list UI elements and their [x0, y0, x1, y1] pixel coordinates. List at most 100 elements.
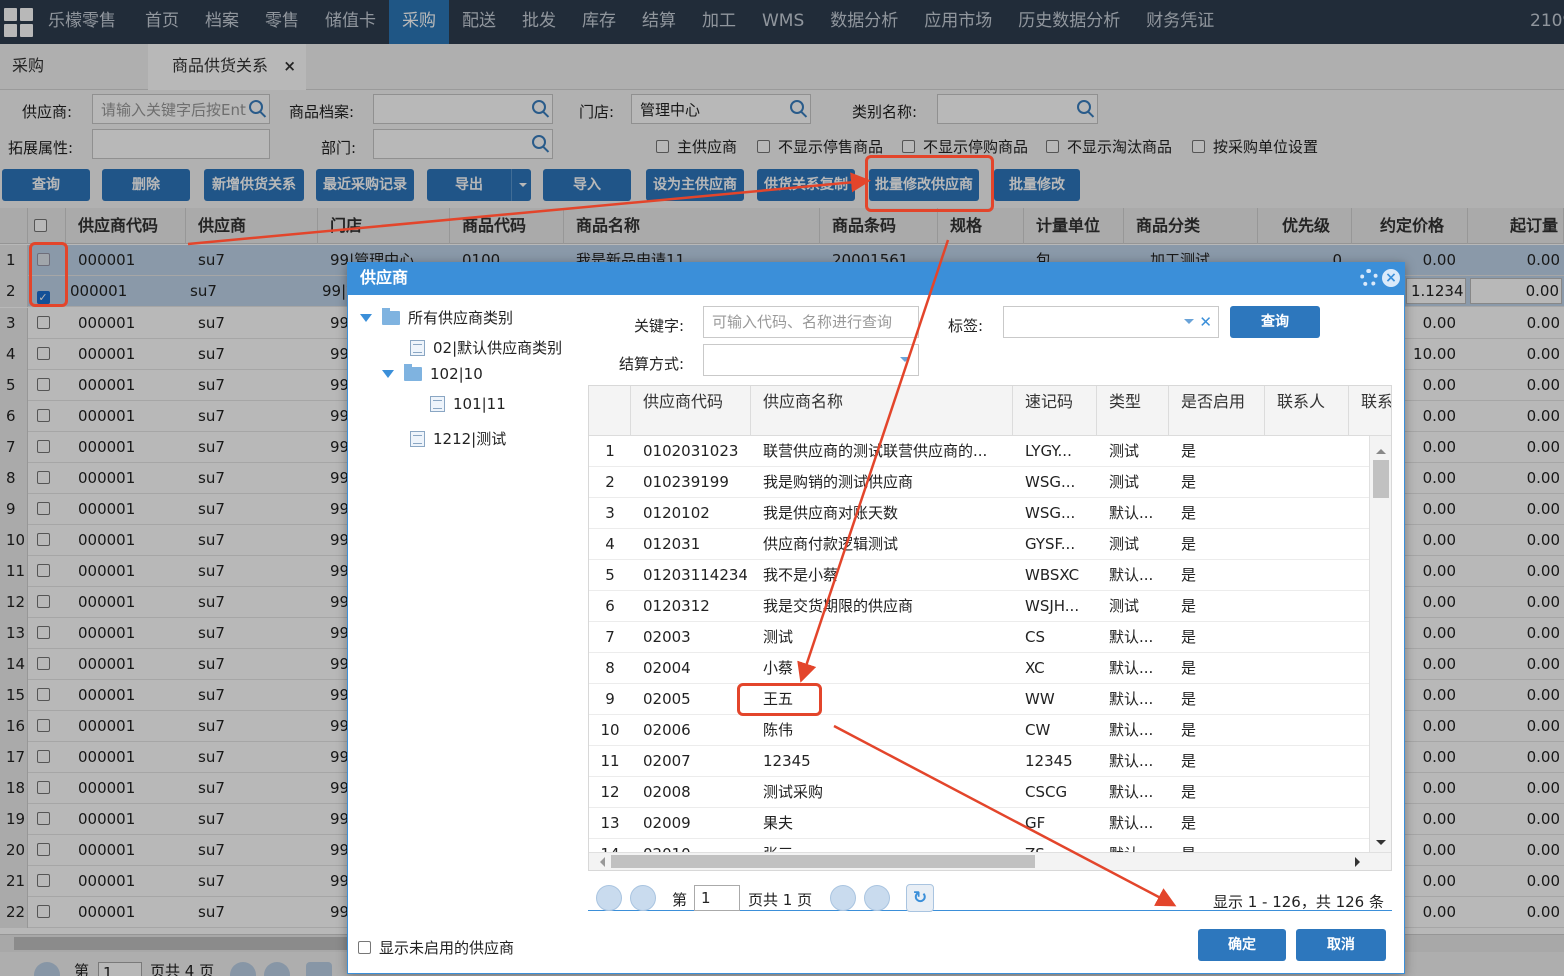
next-page-icon[interactable]	[830, 885, 856, 911]
app-window: 乐檬零售 首页 档案 零售 储值卡 采购 配送 批发 库存 结算 加工 WMS …	[0, 0, 1564, 976]
cell-supplier-code: 012031	[643, 535, 701, 553]
col-contact[interactable]: 联系人	[1265, 386, 1349, 436]
row-number: 10	[600, 721, 620, 739]
supplier-row[interactable]: 1 0102031023 联营供应商的测试联营供应商的... LYGY... 测试 是	[589, 436, 1369, 467]
cell-supplier-name: 我不是小蔡	[763, 566, 839, 584]
scroll-thumb[interactable]	[1373, 460, 1389, 498]
cell-enabled: 是	[1181, 473, 1197, 491]
dialog-title-text: 供应商	[360, 268, 409, 287]
cancel-button[interactable]: 取消	[1296, 929, 1386, 961]
annotation-box-checkboxes	[29, 242, 68, 307]
row-number: 11	[600, 752, 620, 770]
cell-supplier-code: 0120102	[643, 504, 710, 522]
row-number: 2	[605, 473, 615, 491]
annotation-box-selected-supplier	[737, 683, 822, 716]
cell-shorthand: LYGY...	[1025, 442, 1072, 460]
gear-icon[interactable]	[1360, 269, 1378, 287]
cell-shorthand: CS	[1025, 628, 1045, 646]
folder-icon	[382, 308, 400, 325]
clear-icon[interactable]: ✕	[1199, 307, 1212, 337]
tree-node-101-label: 101|11	[453, 395, 506, 413]
dialog-query-button[interactable]: 查询	[1230, 306, 1320, 338]
cell-shorthand: WSJH...	[1025, 597, 1080, 615]
cell-supplier-name: 测试采购	[763, 783, 824, 801]
page-total: 页共 1 页	[748, 891, 813, 909]
scroll-up-icon[interactable]	[1376, 444, 1386, 454]
col-contact-phone[interactable]: 联系	[1349, 386, 1391, 436]
col-enabled[interactable]: 是否启用	[1169, 386, 1265, 436]
row-number: 7	[605, 628, 615, 646]
supplier-row[interactable]: 8 02004 小蔡 XC 默认... 是	[589, 653, 1369, 684]
supplier-dialog: 供应商 × 所有供应商类别 02|默认供应商类别 102|10 101|11 1…	[347, 262, 1405, 974]
supplier-row[interactable]: 7 02003 测试 CS 默认... 是	[589, 622, 1369, 653]
cell-supplier-code: 010239199	[643, 473, 729, 491]
col-supplier-name[interactable]: 供应商名称	[751, 386, 1013, 436]
supplier-row[interactable]: 3 0120102 我是供应商对账天数 WSG... 默认... 是	[589, 498, 1369, 529]
page-input[interactable]: 1	[694, 885, 740, 911]
cell-enabled: 是	[1181, 752, 1197, 770]
cell-supplier-name: 12345	[763, 752, 811, 770]
cell-enabled: 是	[1181, 566, 1197, 584]
tag-select[interactable]: ✕	[1003, 306, 1219, 338]
cell-supplier-code: 01203114234	[643, 566, 747, 584]
prev-page-icon[interactable]	[630, 885, 656, 911]
row-number: 13	[600, 814, 620, 832]
expand-icon[interactable]	[382, 370, 394, 378]
keyword-input[interactable]: 可输入代码、名称进行查询	[703, 306, 919, 338]
supplier-row[interactable]: 2 010239199 我是购销的测试供应商 WSG... 测试 是	[589, 467, 1369, 498]
row-number: 1	[605, 442, 615, 460]
chevron-down-icon[interactable]	[1184, 319, 1194, 329]
refresh-icon[interactable]: ↻	[906, 884, 934, 912]
cell-supplier-code: 02003	[643, 628, 691, 646]
tree-node-1212[interactable]: 1212|测试	[410, 428, 506, 449]
cell-supplier-code: 02009	[643, 814, 691, 832]
supplier-row[interactable]: 12 02008 测试采购 CSCG 默认... 是	[589, 777, 1369, 808]
checkbox[interactable]	[358, 941, 371, 954]
tree-node-101[interactable]: 101|11	[430, 395, 506, 413]
col-shorthand[interactable]: 速记码	[1013, 386, 1097, 436]
cell-shorthand: 12345	[1025, 752, 1073, 770]
scroll-left-icon[interactable]	[595, 857, 605, 867]
cell-shorthand: CSCG	[1025, 783, 1068, 801]
show-disabled-option[interactable]: 显示未启用的供应商	[358, 937, 514, 958]
tree-node-default[interactable]: 02|默认供应商类别	[410, 337, 562, 358]
chevron-down-icon[interactable]	[900, 357, 910, 367]
tree-node-102[interactable]: 102|10	[382, 364, 483, 383]
confirm-button[interactable]: 确定	[1198, 929, 1286, 961]
folder-icon	[404, 364, 422, 381]
tree-node-default-label: 02|默认供应商类别	[433, 339, 563, 357]
expand-icon[interactable]	[360, 314, 372, 322]
dialog-title: 供应商	[348, 263, 1404, 295]
supplier-row[interactable]: 10 02006 陈伟 CW 默认... 是	[589, 715, 1369, 746]
last-page-icon[interactable]	[864, 885, 890, 911]
cell-shorthand: WSG...	[1025, 504, 1076, 522]
col-supplier-code[interactable]: 供应商代码	[631, 386, 751, 436]
scroll-down-icon[interactable]	[1376, 840, 1386, 850]
row-number: 9	[605, 690, 615, 708]
scroll-thumb[interactable]	[611, 855, 1035, 868]
horizontal-scrollbar[interactable]	[589, 852, 1391, 870]
row-number: 3	[605, 504, 615, 522]
cell-shorthand: WBSXC	[1025, 566, 1080, 584]
supplier-row[interactable]: 6 0120312 我是交货期限的供应商 WSJH... 测试 是	[589, 591, 1369, 622]
supplier-row[interactable]: 4 012031 供应商付款逻辑测试 GYSF... 测试 是	[589, 529, 1369, 560]
cell-enabled: 是	[1181, 597, 1197, 615]
close-icon[interactable]: ×	[1382, 269, 1400, 287]
cell-supplier-code: 02008	[643, 783, 691, 801]
annotation-box-batch-button	[865, 155, 994, 212]
cell-shorthand: CW	[1025, 721, 1051, 739]
settlement-select[interactable]	[703, 344, 919, 376]
supplier-row[interactable]: 13 02009 果夫 GF 默认... 是	[589, 808, 1369, 839]
col-type[interactable]: 类型	[1097, 386, 1169, 436]
cell-shorthand: WW	[1025, 690, 1055, 708]
vertical-scrollbar[interactable]	[1369, 436, 1391, 854]
supplier-row[interactable]: 9 02005 王五 WW 默认... 是	[589, 684, 1369, 715]
scroll-right-icon[interactable]	[1355, 857, 1365, 867]
cell-enabled: 是	[1181, 814, 1197, 832]
first-page-icon[interactable]	[596, 885, 622, 911]
supplier-row[interactable]: 11 02007 12345 12345 默认... 是	[589, 746, 1369, 777]
tree-node-root[interactable]: 所有供应商类别	[360, 307, 513, 328]
keyword-label: 关键字:	[634, 317, 685, 335]
supplier-row[interactable]: 5 01203114234 我不是小蔡 WBSXC 默认... 是	[589, 560, 1369, 591]
row-number: 8	[605, 659, 615, 677]
